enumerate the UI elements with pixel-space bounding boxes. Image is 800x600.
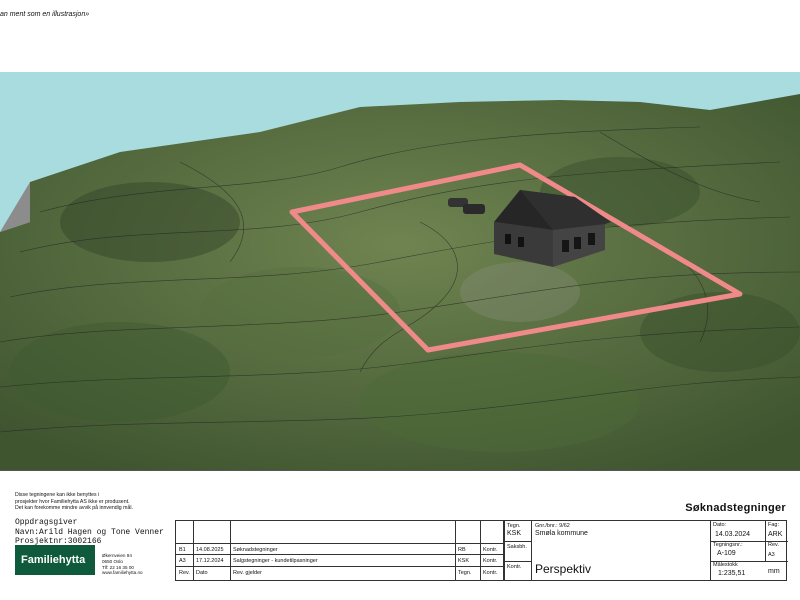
- disclaimer-line: Det kan forekomme mindre avvik på innven…: [15, 505, 133, 511]
- rev-cell: A3: [179, 558, 186, 564]
- tegningsnr-value: A-109: [717, 550, 736, 557]
- document-heading: Søknadstegninger: [685, 502, 786, 514]
- perspective-view: [0, 72, 800, 470]
- fag-label: Fag:: [768, 522, 780, 528]
- tegningsnr-label: Tegningsnr.:: [713, 542, 743, 548]
- top-note: an ment som en illustrasjon»: [0, 11, 90, 18]
- revision-table: B1 14.08.2025 Søknadstegninger RB Kontr.…: [175, 520, 504, 581]
- drawn-header: Tegn.: [458, 570, 472, 576]
- gnr-label: Gnr./bnr.: 9/62: [535, 523, 570, 529]
- tegn-value: KSK: [507, 530, 522, 537]
- rev-date-cell: 14.08.2025: [196, 547, 224, 553]
- ctrl-header: Kontr.: [483, 570, 498, 576]
- dato-label: Dato:: [713, 522, 727, 528]
- rev-desc-cell: Salgstegninger - kundetilpasninger: [233, 558, 318, 564]
- format-value: A3: [768, 552, 775, 558]
- rev-desc-cell: Søknadstegninger: [233, 547, 278, 553]
- disclaimer: Disse tegningene kan ikke benyttes i pro…: [15, 492, 175, 512]
- malestokk-value: 1:235,51: [718, 570, 746, 577]
- frame-bottom-line: [0, 470, 800, 471]
- company-address: Økernveien 94 0650 Oslo Tlf: 22 16 35 00…: [102, 553, 143, 576]
- unit-value: mm: [768, 568, 780, 575]
- address-web: www.familiehytta.no: [102, 570, 143, 576]
- rev-drawn-cell: RB: [458, 547, 466, 553]
- tegn-label: Tegn.: [507, 523, 521, 529]
- saksbh-label: Saksbh.: [507, 544, 527, 550]
- title-block: Tegn. KSK Saksbh. Kontr. Gnr./bnr.: 9/62…: [504, 520, 788, 581]
- rev-cell: B1: [179, 547, 186, 553]
- terrain-illustration: [0, 72, 800, 470]
- car-shape: [463, 204, 485, 214]
- company-logo: Familiehytta: [15, 545, 95, 575]
- fag-value: ARK: [768, 531, 783, 538]
- rev-header: Rev.: [179, 570, 190, 576]
- drawing-title: Perspektiv: [535, 562, 592, 576]
- rev-ctrl-cell: Kontr.: [483, 547, 498, 553]
- kontr-label: Kontr.: [507, 564, 522, 570]
- malestokk-label: Målestokk: [713, 562, 738, 568]
- rev-drawn-cell: KSK: [458, 558, 470, 564]
- municipality: Smøla kommune: [535, 530, 588, 537]
- desc-header: Rev. gjelder: [233, 570, 262, 576]
- client-name: Navn:Arild Hagen og Tone Venner: [15, 527, 164, 537]
- client-label: Oppdragsgiver: [15, 518, 78, 527]
- date-header: Dato: [196, 570, 208, 576]
- dato-value: 14.03.2024: [715, 531, 751, 538]
- rev-label: Rev.: [768, 542, 779, 548]
- rev-ctrl-cell: Kontr.: [483, 558, 498, 564]
- rev-date-cell: 17.12.2024: [196, 558, 224, 564]
- client-info: Oppdragsgiver Navn:Arild Hagen og Tone V…: [15, 518, 164, 547]
